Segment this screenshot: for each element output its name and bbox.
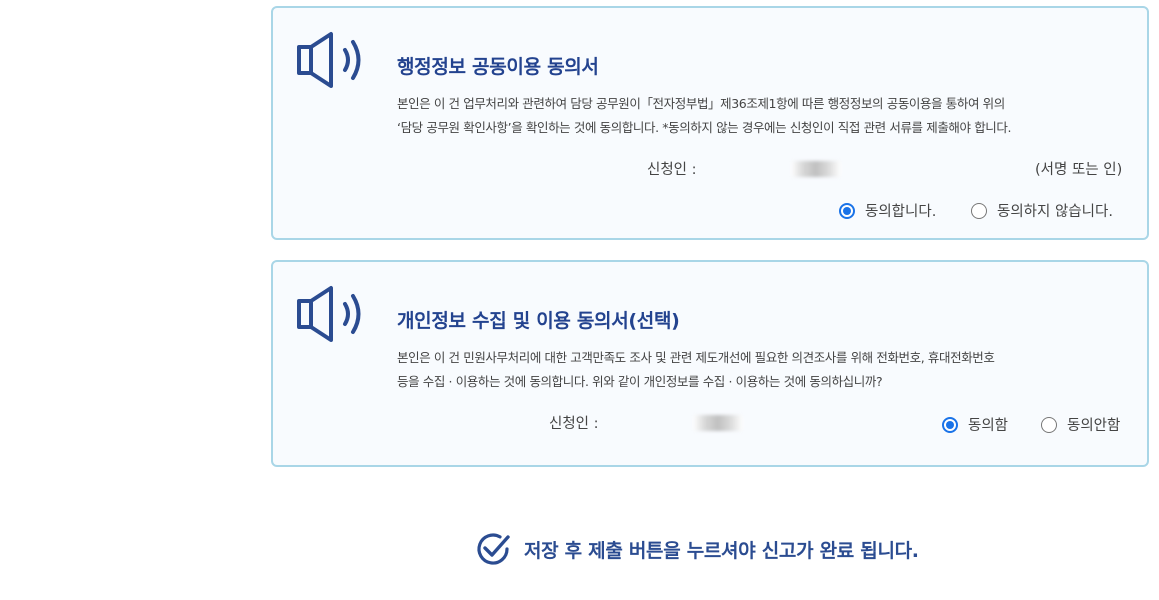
- speaker-icon: [297, 32, 361, 88]
- applicant-name-redacted: [693, 415, 743, 431]
- notice-text: 저장 후 제출 버튼을 누르셔야 신고가 완료 됩니다.: [524, 539, 919, 562]
- radio-disagree[interactable]: 동의안함: [1041, 414, 1120, 435]
- radio-disagree-label: 동의하지 않습니다.: [997, 204, 1113, 220]
- shared-admin-info-consent-panel: 행정정보 공동이용 동의서 본인은 이 건 업무처리와 관련하여 담당 공무원이…: [271, 6, 1149, 240]
- applicant-name-redacted: [791, 161, 841, 177]
- check-circle-icon: [477, 533, 510, 565]
- panel-title: 개인정보 수집 및 이용 동의서(선택): [397, 310, 680, 332]
- consent-text: 본인은 이 건 민원사무처리에 대한 고객만족도 조사 및 관련 제도개선에 필…: [397, 346, 995, 394]
- radio-disagree-label: 동의안함: [1067, 418, 1121, 434]
- consent-text-line: ‘담당 공무원 확인사항’을 확인하는 것에 동의합니다. *동의하지 않는 경…: [397, 120, 1012, 135]
- applicant-label: 신청인 :: [647, 162, 697, 178]
- consent-text: 본인은 이 건 업무처리와 관련하여 담당 공무원이「전자정부법」제36조제1항…: [397, 92, 1011, 140]
- radio-button[interactable]: [971, 202, 987, 219]
- personal-info-consent-panel: 개인정보 수집 및 이용 동의서(선택) 본인은 이 건 민원사무처리에 대한 …: [271, 260, 1149, 467]
- radio-agree[interactable]: 동의함: [942, 414, 1008, 435]
- consent-text-line: 본인은 이 건 업무처리와 관련하여 담당 공무원이「전자정부법」제36조제1항…: [397, 96, 1005, 111]
- radio-disagree[interactable]: 동의하지 않습니다.: [971, 200, 1113, 221]
- signature-hint: (서명 또는 인): [1035, 162, 1123, 178]
- radio-button-checked[interactable]: [942, 416, 958, 433]
- applicant-label: 신청인 :: [549, 416, 599, 432]
- radio-agree-label: 동의함: [968, 418, 1009, 434]
- consent-text-line: 본인은 이 건 민원사무처리에 대한 고객만족도 조사 및 관련 제도개선에 필…: [397, 350, 995, 365]
- submit-notice: 저장 후 제출 버튼을 누르셔야 신고가 완료 됩니다.: [474, 530, 919, 568]
- consent-text-line: 등을 수집 · 이용하는 것에 동의합니다. 위와 같이 개인정보를 수집 · …: [397, 374, 883, 389]
- radio-agree[interactable]: 동의합니다.: [839, 200, 936, 221]
- speaker-icon: [297, 286, 361, 342]
- radio-button[interactable]: [1041, 416, 1057, 433]
- panel-title: 행정정보 공동이용 동의서: [397, 56, 599, 78]
- radio-button-checked[interactable]: [839, 202, 855, 219]
- radio-agree-label: 동의합니다.: [865, 204, 937, 220]
